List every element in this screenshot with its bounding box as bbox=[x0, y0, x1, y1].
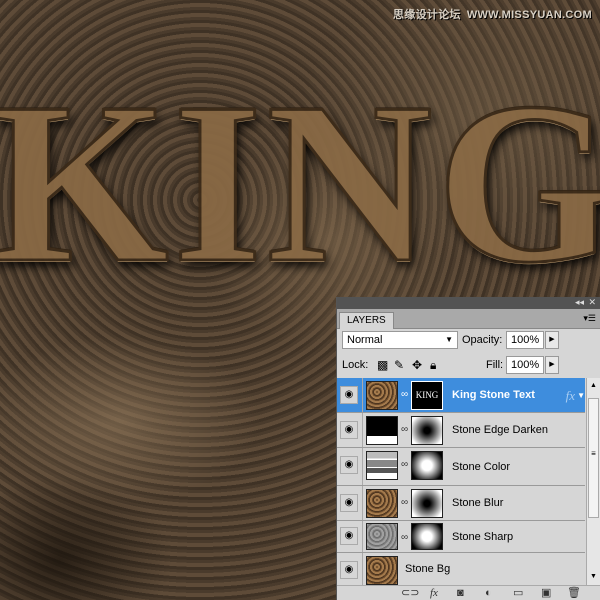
scrollbar-thumb[interactable]: ≡ bbox=[588, 398, 599, 518]
king-stone-artwork: KING bbox=[0, 54, 600, 312]
layer-name: Stone Blur bbox=[452, 497, 504, 509]
chevron-down-icon: ▼ bbox=[445, 335, 453, 344]
layer-name: Stone Sharp bbox=[452, 531, 514, 543]
opacity-slider-button[interactable]: ▶ bbox=[545, 331, 559, 349]
layer-thumbnail bbox=[366, 381, 398, 410]
opacity-label: Opacity: bbox=[462, 334, 503, 346]
layer-mask-thumbnail[interactable] bbox=[411, 451, 443, 480]
link-icon[interactable]: ⊂⊃ bbox=[401, 586, 419, 600]
fill-slider-button[interactable]: ▶ bbox=[545, 356, 559, 374]
link-icon[interactable]: ∞ bbox=[401, 497, 408, 508]
scroll-down-icon[interactable]: ▼ bbox=[587, 571, 600, 583]
layer-thumbnail bbox=[366, 489, 398, 518]
layers-scrollbar[interactable]: ▲ ≡ ▼ bbox=[586, 378, 600, 585]
panel-menu-icon[interactable]: ▾☰ bbox=[583, 313, 596, 324]
adjustment-icon[interactable]: ◐ bbox=[485, 586, 492, 600]
layer-stone-color[interactable]: ◉ ∞ Stone Color bbox=[337, 448, 585, 486]
eye-icon[interactable]: ◉ bbox=[340, 386, 358, 404]
lock-move-icon[interactable]: ✥ bbox=[412, 358, 422, 372]
mask-icon[interactable]: ◙ bbox=[457, 586, 464, 600]
eye-icon[interactable]: ◉ bbox=[340, 421, 358, 439]
layer-mask-thumbnail[interactable]: KING bbox=[411, 381, 443, 410]
fx-icon[interactable]: fx bbox=[430, 586, 438, 600]
layer-stone-blur[interactable]: ◉ ∞ Stone Blur bbox=[337, 486, 585, 521]
lock-brush-icon[interactable]: ✎ bbox=[394, 358, 404, 372]
layer-thumbnail bbox=[366, 556, 398, 585]
watermark-url: WWW.MISSYUAN.COM bbox=[466, 9, 592, 21]
layer-list: ◉ ∞ KING King Stone Text fx ▼ ◉ ∞ Stone … bbox=[337, 378, 585, 586]
eye-icon[interactable]: ◉ bbox=[340, 494, 358, 512]
watermark-cn: 思缘设计论坛 bbox=[393, 9, 461, 21]
chevron-down-icon[interactable]: ▼ bbox=[577, 378, 585, 413]
double-chevron-left-icon[interactable]: ◂◂ bbox=[575, 297, 584, 308]
eye-icon[interactable]: ◉ bbox=[340, 456, 358, 474]
folder-icon[interactable]: ▭ bbox=[513, 586, 523, 600]
link-icon[interactable]: ∞ bbox=[401, 459, 408, 470]
hue-saturation-thumbnail bbox=[366, 451, 398, 480]
panel-topbar: ◂◂ ✕ bbox=[337, 297, 600, 309]
scroll-up-icon[interactable]: ▲ bbox=[587, 380, 600, 392]
levels-adjustment-thumbnail bbox=[366, 416, 398, 445]
lock-transparency-icon[interactable]: ▩ bbox=[377, 358, 388, 372]
eye-icon[interactable]: ◉ bbox=[340, 527, 358, 545]
lock-all-icon[interactable]: 🔒︎ bbox=[430, 358, 436, 372]
layer-name: Stone Bg bbox=[405, 563, 451, 575]
blend-mode-select[interactable]: Normal ▼ bbox=[342, 331, 458, 349]
link-icon[interactable]: ∞ bbox=[401, 389, 408, 400]
link-icon[interactable]: ∞ bbox=[401, 424, 408, 435]
layer-name: King Stone Text bbox=[452, 389, 535, 401]
layer-mask-thumbnail[interactable] bbox=[411, 523, 443, 550]
trash-icon[interactable]: 🗑︎ bbox=[567, 586, 581, 600]
layer-stone-edge-darken[interactable]: ◉ ∞ Stone Edge Darken bbox=[337, 413, 585, 448]
fill-input[interactable]: 100% bbox=[506, 356, 544, 374]
blend-mode-value: Normal bbox=[347, 334, 383, 346]
tab-row: LAYERS ▾☰ bbox=[337, 309, 600, 329]
layer-stone-sharp[interactable]: ◉ ∞ Stone Sharp bbox=[337, 521, 585, 553]
layers-footer: ⊂⊃ fx ◙ ◐ ▭ ▣ 🗑︎ bbox=[337, 585, 600, 600]
fill-label: Fill: bbox=[486, 359, 504, 371]
tab-layers[interactable]: LAYERS bbox=[339, 312, 394, 329]
fx-icon[interactable]: fx bbox=[566, 378, 575, 413]
link-icon[interactable]: ∞ bbox=[401, 532, 408, 543]
opacity-input[interactable]: 100% bbox=[506, 331, 544, 349]
layer-thumbnail bbox=[366, 523, 398, 550]
layer-name: Stone Color bbox=[452, 461, 511, 473]
layers-panel: ◂◂ ✕ LAYERS ▾☰ Normal ▼ Opacity: 100% ▶ L… bbox=[336, 297, 600, 600]
layer-name: Stone Edge Darken bbox=[452, 424, 549, 436]
eye-icon[interactable]: ◉ bbox=[340, 561, 358, 579]
layer-mask-thumbnail[interactable] bbox=[411, 489, 443, 518]
layer-stone-bg[interactable]: ◉ Stone Bg bbox=[337, 553, 585, 586]
lock-label: Lock: bbox=[342, 359, 369, 371]
watermark: 思缘设计论坛 WWW.MISSYUAN.COM bbox=[393, 6, 592, 22]
new-layer-icon[interactable]: ▣ bbox=[541, 586, 551, 600]
close-icon[interactable]: ✕ bbox=[588, 297, 596, 308]
layer-mask-thumbnail[interactable] bbox=[411, 416, 443, 445]
layer-king-stone-text[interactable]: ◉ ∞ KING King Stone Text fx ▼ bbox=[337, 378, 585, 413]
